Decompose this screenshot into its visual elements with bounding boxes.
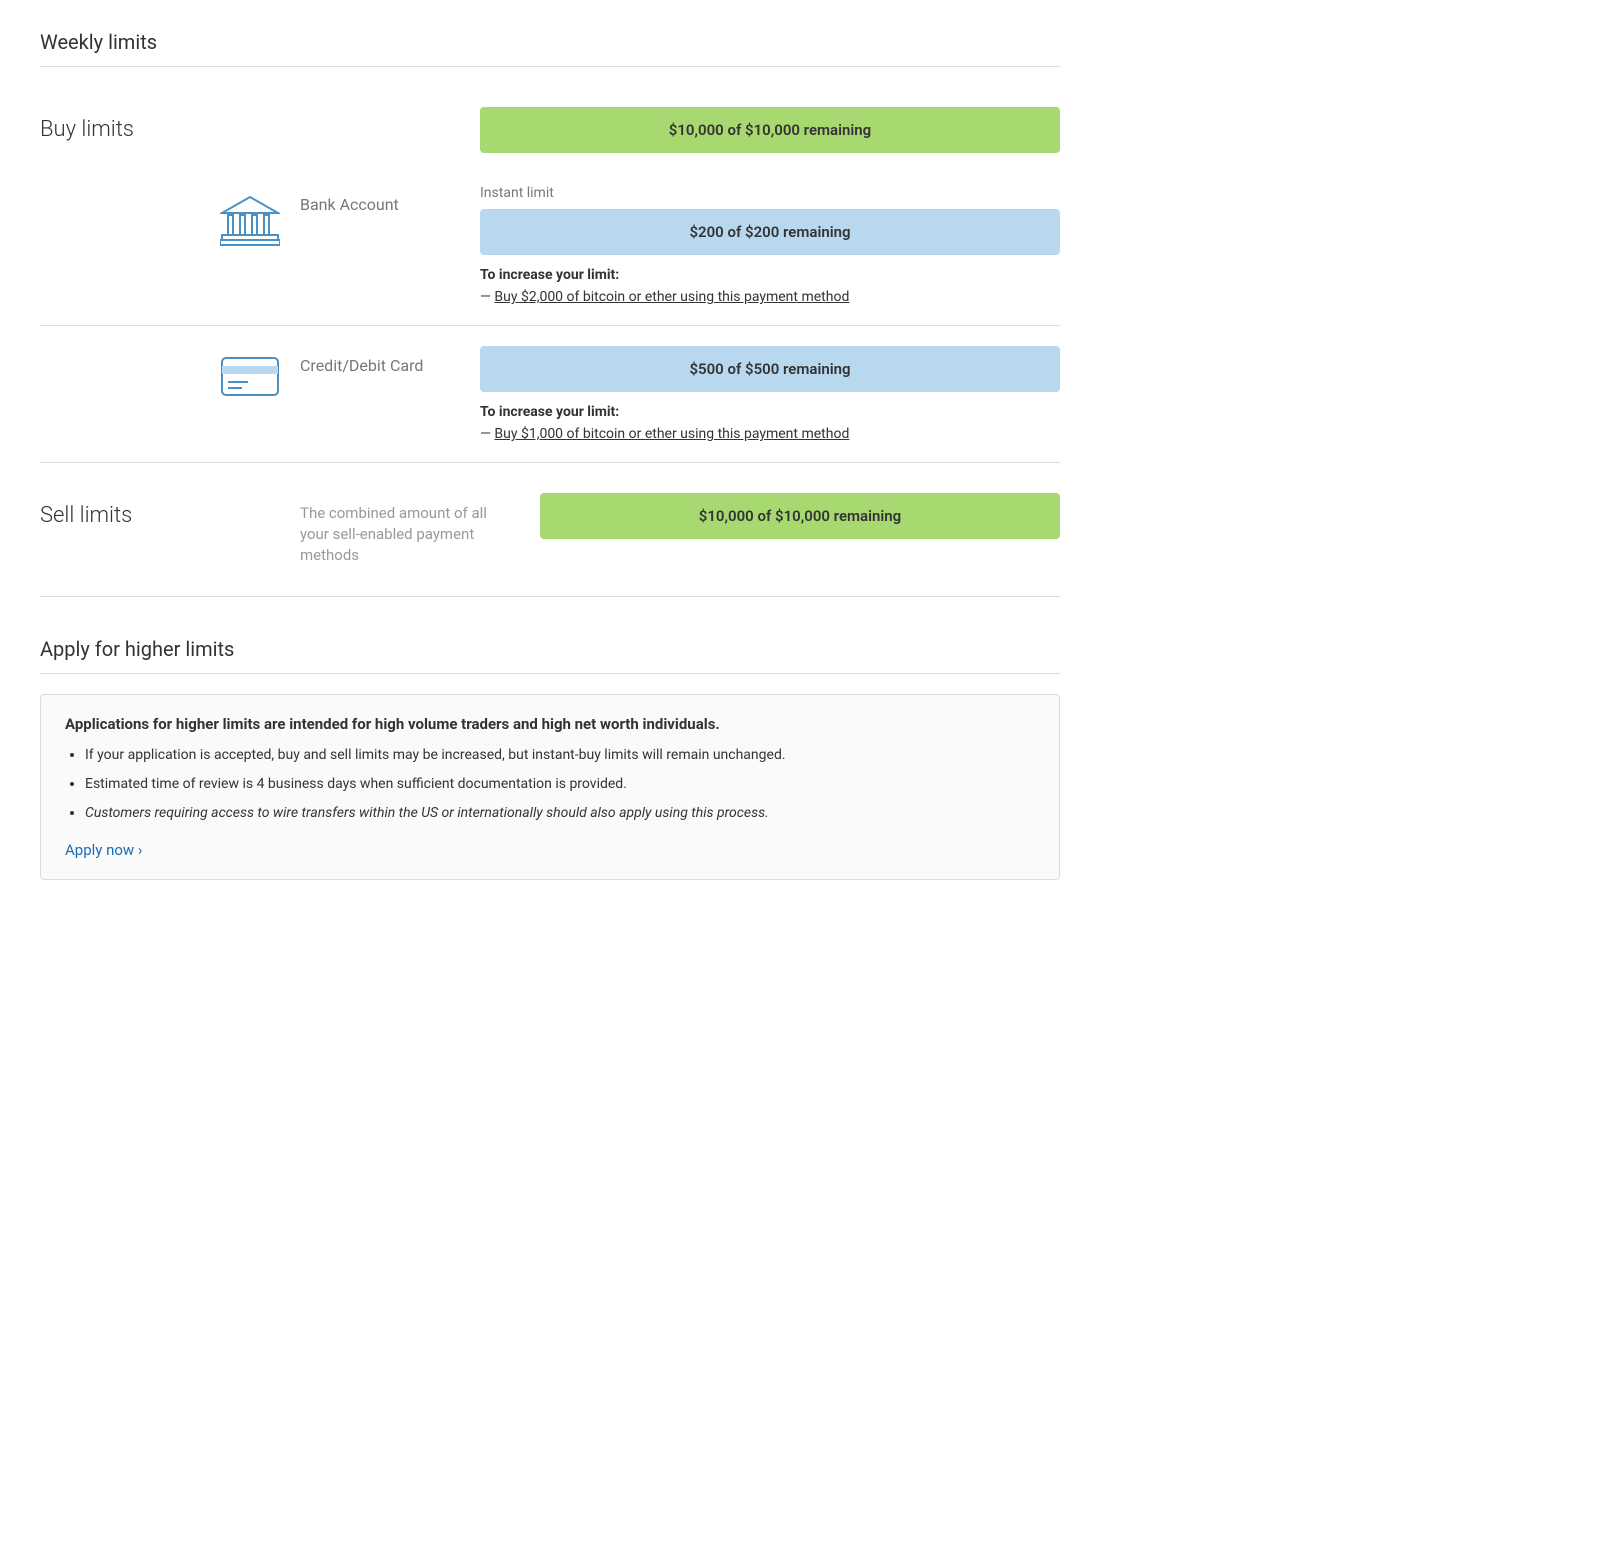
bank-account-details: Instant limit $200 of $200 remaining To …: [480, 185, 1060, 305]
instant-limit-label: Instant limit: [480, 185, 1060, 201]
apply-bullet-3: Customers requiring access to wire trans…: [85, 803, 1035, 824]
increase-limit-link-row-bank: — Buy $2,000 of bitcoin or ether using t…: [480, 289, 1060, 305]
apply-section: Apply for higher limits Applications for…: [40, 637, 1060, 880]
weekly-limits-section: Weekly limits Buy limits $10,000 of $10,…: [40, 30, 1060, 597]
buy-limits-label-spacer: [40, 185, 200, 195]
buy-limits-weekly-row: Buy limits $10,000 of $10,000 remaining: [40, 87, 1060, 165]
weekly-limit-bar: $10,000 of $10,000 remaining: [480, 107, 1060, 153]
apply-bullet-2: Estimated time of review is 4 business d…: [85, 774, 1035, 795]
sell-limits-label: Sell limits: [40, 493, 200, 528]
credit-card-row: Credit/Debit Card $500 of $500 remaining…: [40, 326, 1060, 463]
credit-card-limit-bar: $500 of $500 remaining: [480, 346, 1060, 392]
credit-card-icon: [200, 346, 300, 399]
increase-limit-title-card: To increase your limit:: [480, 404, 1060, 420]
apply-bullets: If your application is accepted, buy and…: [85, 745, 1035, 824]
apply-bold-text: Applications for higher limits are inten…: [65, 715, 1035, 733]
weekly-limits-title: Weekly limits: [40, 30, 1060, 66]
apply-divider: [40, 673, 1060, 674]
apply-info-box: Applications for higher limits are inten…: [40, 694, 1060, 880]
increase-limit-link-card[interactable]: Buy $1,000 of bitcoin or ether using thi…: [494, 426, 849, 442]
increase-limit-link-bank[interactable]: Buy $2,000 of bitcoin or ether using thi…: [494, 289, 849, 305]
buy-limits-label-spacer2: [40, 346, 200, 356]
increase-dash-card: —: [480, 426, 491, 442]
bank-account-row: Bank Account Instant limit $200 of $200 …: [40, 165, 1060, 326]
apply-bullet-1: If your application is accepted, buy and…: [85, 745, 1035, 766]
credit-card-method-name: Credit/Debit Card: [300, 346, 480, 375]
instant-limit-bar: $200 of $200 remaining: [480, 209, 1060, 255]
weekly-bar-container: $10,000 of $10,000 remaining: [480, 107, 1060, 165]
sell-limits-row: Sell limits The combined amount of all y…: [40, 463, 1060, 597]
sell-bar-container: $10,000 of $10,000 remaining: [540, 493, 1060, 551]
apply-now-button[interactable]: Apply now ›: [65, 841, 142, 859]
apply-section-title: Apply for higher limits: [40, 637, 1060, 673]
credit-card-details: $500 of $500 remaining To increase your …: [480, 346, 1060, 442]
increase-dash-bank: —: [480, 289, 491, 305]
weekly-limits-divider: [40, 66, 1060, 67]
sell-limits-description: The combined amount of all your sell-ena…: [300, 493, 500, 566]
bank-icon: [200, 185, 300, 248]
sell-limit-bar: $10,000 of $10,000 remaining: [540, 493, 1060, 539]
buy-limits-label: Buy limits: [40, 107, 200, 142]
bank-account-method-name: Bank Account: [300, 185, 480, 214]
increase-limit-title-bank: To increase your limit:: [480, 267, 1060, 283]
increase-limit-link-row-card: — Buy $1,000 of bitcoin or ether using t…: [480, 426, 1060, 442]
